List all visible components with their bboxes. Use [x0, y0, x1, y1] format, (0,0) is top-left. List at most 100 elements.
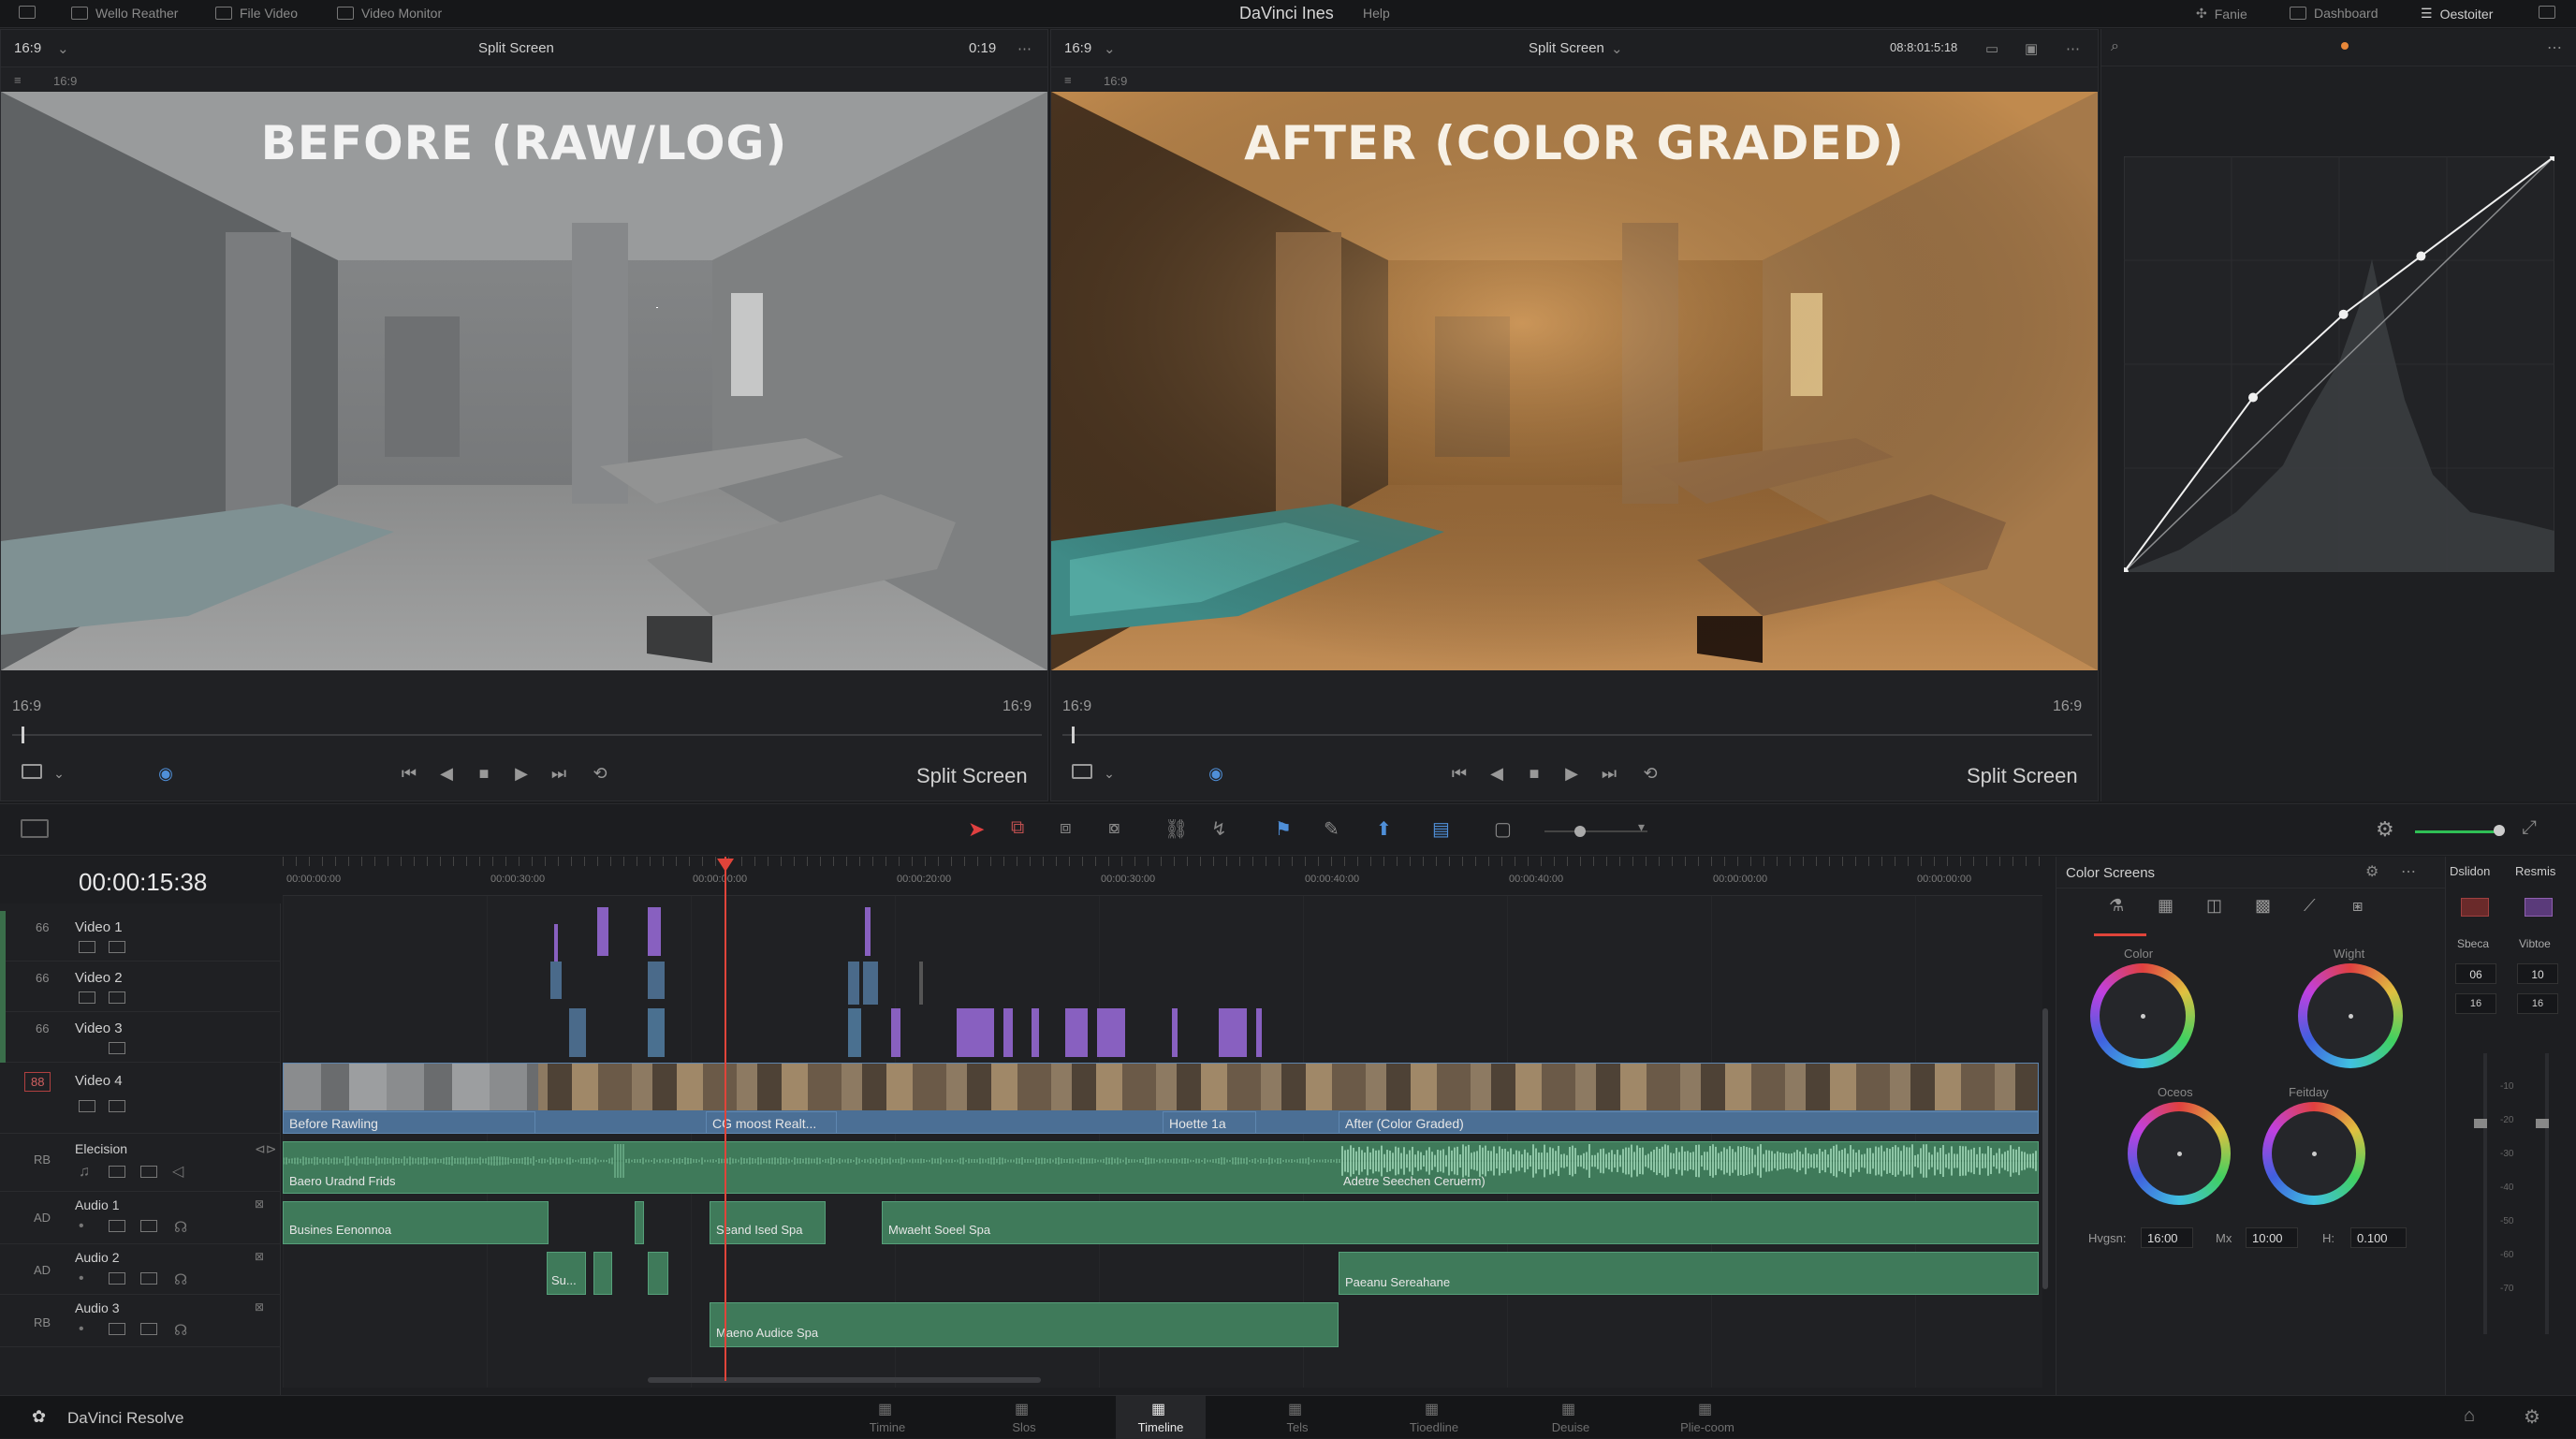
lock-icon[interactable] [79, 991, 95, 1004]
pip-icon[interactable]: ▣ [2025, 40, 2038, 57]
settings-icon[interactable]: ⚙ [2524, 1405, 2540, 1429]
audio3-clip-a[interactable]: Maeno Audice Spa [710, 1302, 1339, 1347]
track-header-video4[interactable]: 88 Video 4 [0, 1063, 281, 1134]
visibility-icon[interactable] [109, 1100, 125, 1112]
stop-icon[interactable]: ■ [475, 764, 493, 783]
timeline-clip[interactable] [865, 907, 871, 956]
footer-mode-label[interactable]: Split Screen [1967, 764, 2078, 788]
audio1-clip-b[interactable]: Seand Ised Spa [710, 1201, 826, 1244]
track-header-video2[interactable]: 66 Video 2 [0, 962, 281, 1012]
timeline-scrollbar[interactable] [648, 1377, 1041, 1383]
skip-forward-icon[interactable]: ⏭ [549, 764, 568, 783]
mute-icon[interactable]: ◁ [172, 1162, 183, 1181]
viewer-mode-label[interactable]: Split Screen [1529, 40, 1604, 56]
link-icon[interactable]: ⛓ [1164, 817, 1188, 841]
audio1-clip-small[interactable] [635, 1201, 644, 1244]
chevron-down-icon[interactable]: ⌄ [57, 40, 69, 57]
monitor-icon[interactable] [140, 1272, 157, 1285]
expand-icon[interactable]: ⊲⊳ [255, 1141, 276, 1157]
track-header-audio1[interactable]: AD Audio 1 ⊠ • ☊ [0, 1192, 281, 1244]
position-icon[interactable]: ⬆ [1376, 817, 1392, 841]
audio2-clip-small[interactable] [593, 1252, 612, 1295]
bypass-icon[interactable]: ◉ [1207, 764, 1225, 783]
lock-icon[interactable] [109, 1166, 125, 1178]
timeline-clip[interactable] [1219, 1008, 1247, 1057]
timeline-clip[interactable] [1097, 1008, 1125, 1057]
qualifier-icon[interactable]: ▦ [2158, 896, 2174, 916]
timeline-ruler[interactable]: 00:00:00:00 00:00:30:00 00:00:00:00 00:0… [283, 857, 2042, 896]
flag-icon[interactable]: ⚑ [1275, 817, 1292, 841]
step-back-icon[interactable]: ◀ [1487, 764, 1506, 783]
chevron-down-icon[interactable]: ⌄ [1104, 40, 1116, 57]
more-icon[interactable]: ⋯ [2401, 862, 2416, 881]
page-tab[interactable]: Timine ▦ [842, 1396, 932, 1439]
menu-item-right-2[interactable]: Dashboard [2290, 6, 2378, 21]
loop-icon[interactable]: ⟲ [1641, 764, 1660, 783]
scrubber-handle[interactable] [22, 727, 24, 743]
audio1-clip-a[interactable]: Busines Eenonnoa [283, 1201, 549, 1244]
track-header-video3[interactable]: 66 Video 3 [0, 1012, 281, 1063]
menu-item-1[interactable]: Wello Reather [71, 6, 178, 21]
param-input-mix[interactable]: 10:00 [2246, 1227, 2298, 1248]
window-icon[interactable]: ▭ [1985, 40, 1998, 57]
help-menu[interactable]: Help [1363, 6, 1390, 21]
timeline-clip[interactable] [1256, 1008, 1262, 1057]
more-icon[interactable]: ⋯ [2547, 38, 2562, 57]
side-value-4[interactable]: 16 [2517, 993, 2558, 1014]
chevron-down-icon[interactable]: ⌄ [1100, 764, 1119, 783]
play-icon[interactable]: ▶ [1562, 764, 1581, 783]
menu-item-3[interactable]: Video Monitor [337, 6, 442, 21]
scrubber-handle[interactable] [1072, 727, 1075, 743]
eyedropper-icon[interactable]: ⚗ [2109, 896, 2124, 916]
play-icon[interactable]: ▶ [512, 764, 531, 783]
mute-icon[interactable]: ☊ [174, 1321, 187, 1340]
more-icon[interactable]: ⋯ [1017, 40, 1032, 57]
zoom-end-icon[interactable]: ▾ [1638, 819, 1645, 835]
lock-icon[interactable] [109, 1323, 125, 1335]
timeline-clip[interactable] [569, 1008, 586, 1057]
gear-icon[interactable]: ⚙ [2365, 862, 2378, 881]
timeline-clip[interactable] [863, 962, 878, 1005]
blur-icon[interactable]: ⟋ [2304, 896, 2316, 916]
solo-icon[interactable]: • [79, 1321, 84, 1338]
record-icon[interactable] [2461, 898, 2489, 917]
window-icon[interactable]: ◫ [2206, 896, 2222, 916]
playhead[interactable] [724, 857, 726, 1381]
curve-point[interactable] [2416, 251, 2426, 261]
curve-point[interactable] [2338, 309, 2349, 319]
track-header-elecision[interactable]: RB Elecision ⊲⊳ ♫ ◁ [0, 1136, 281, 1192]
blade-icon[interactable]: ⧇ [1108, 817, 1120, 839]
scrubber-track[interactable] [12, 734, 1042, 736]
timeline-clip[interactable] [1003, 1008, 1013, 1057]
side-value-1[interactable]: 06 [2455, 963, 2496, 984]
clip-hoette[interactable]: Hoette 1a [1163, 1111, 1256, 1134]
page-tab[interactable]: Slos ▦ [979, 1396, 1069, 1439]
key-icon[interactable]: ⧆ [2352, 896, 2363, 916]
page-tab[interactable]: Plie-coom ▦ [1662, 1396, 1752, 1439]
clip-before[interactable]: Before Rawling [283, 1111, 535, 1134]
page-tab[interactable]: Tels ▦ [1252, 1396, 1342, 1439]
monitor-icon[interactable] [140, 1323, 157, 1335]
selection-tool-icon[interactable]: ➤ [968, 817, 985, 842]
panel-toggle-icon[interactable] [2539, 6, 2555, 19]
skip-back-icon[interactable]: ⏮ [1450, 764, 1469, 783]
color-wheel-offset[interactable] [2262, 1102, 2365, 1205]
more-icon[interactable]: ⋯ [2066, 40, 2080, 57]
clip-mode-icon[interactable]: ▤ [1432, 817, 1450, 841]
monitor-icon[interactable] [140, 1166, 157, 1178]
timeline-clip[interactable] [648, 962, 665, 999]
timeline-clip[interactable] [919, 962, 923, 1005]
app-menu-icon[interactable] [19, 6, 36, 19]
menu-item-right-1[interactable]: ✣ Fanie [2196, 6, 2247, 22]
timeline-clip[interactable] [550, 962, 562, 999]
expand-icon[interactable]: ⊠ [255, 1250, 264, 1263]
music-icon[interactable]: ♫ [79, 1164, 90, 1181]
color-wheel-lift[interactable] [2090, 963, 2195, 1068]
timeline-vscrollbar[interactable] [2042, 1008, 2048, 1289]
zoom-slider-track[interactable] [1544, 830, 1647, 832]
viewer-mode-label[interactable]: Split Screen [478, 40, 554, 56]
bypass-icon[interactable]: ◉ [156, 764, 175, 783]
side-tab-2[interactable]: Resmis [2515, 864, 2555, 878]
step-back-icon[interactable]: ◀ [437, 764, 456, 783]
track-header-video1[interactable]: 66 Video 1 [0, 911, 281, 962]
